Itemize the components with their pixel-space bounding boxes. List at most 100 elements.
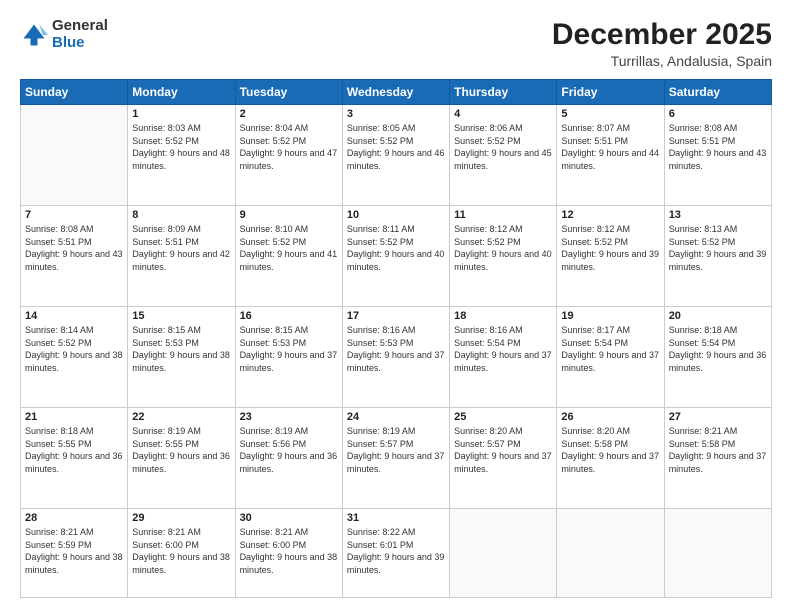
day-number: 8 (132, 209, 230, 221)
day-number: 11 (454, 209, 552, 221)
day-number: 28 (25, 512, 123, 524)
logo-icon (20, 21, 48, 49)
day-info: Sunrise: 8:15 AMSunset: 5:53 PMDaylight:… (132, 324, 230, 374)
calendar-cell: 3 Sunrise: 8:05 AMSunset: 5:52 PMDaylight… (342, 105, 449, 206)
weekday-header: Thursday (450, 80, 557, 105)
day-info: Sunrise: 8:15 AMSunset: 5:53 PMDaylight:… (240, 324, 338, 374)
day-number: 9 (240, 209, 338, 221)
logo-blue: Blue (52, 34, 85, 51)
calendar-cell: 27 Sunrise: 8:21 AMSunset: 5:58 PMDayligh… (664, 408, 771, 509)
calendar-cell (450, 509, 557, 598)
day-number: 30 (240, 512, 338, 524)
calendar-table: SundayMondayTuesdayWednesdayThursdayFrid… (20, 79, 772, 598)
day-number: 17 (347, 310, 445, 322)
day-info: Sunrise: 8:12 AMSunset: 5:52 PMDaylight:… (454, 223, 552, 273)
day-info: Sunrise: 8:07 AMSunset: 5:51 PMDaylight:… (561, 122, 659, 172)
day-number: 23 (240, 411, 338, 423)
day-number: 10 (347, 209, 445, 221)
day-info: Sunrise: 8:11 AMSunset: 5:52 PMDaylight:… (347, 223, 445, 273)
day-info: Sunrise: 8:09 AMSunset: 5:51 PMDaylight:… (132, 223, 230, 273)
day-info: Sunrise: 8:10 AMSunset: 5:52 PMDaylight:… (240, 223, 338, 273)
weekday-header: Tuesday (235, 80, 342, 105)
day-number: 4 (454, 108, 552, 120)
calendar-cell (557, 509, 664, 598)
weekday-header: Sunday (21, 80, 128, 105)
calendar-cell: 15Sunrise: 8:15 AMSunset: 5:53 PMDayligh… (128, 307, 235, 408)
week-row: 14Sunrise: 8:14 AMSunset: 5:52 PMDayligh… (21, 307, 772, 408)
day-number: 1 (132, 108, 230, 120)
calendar-cell: 13 Sunrise: 8:13 AMSunset: 5:52 PMDayligh… (664, 206, 771, 307)
logo-general: General (52, 17, 108, 34)
day-info: Sunrise: 8:04 AMSunset: 5:52 PMDaylight:… (240, 122, 338, 172)
calendar-cell: 22 Sunrise: 8:19 AMSunset: 5:55 PMDayligh… (128, 408, 235, 509)
calendar-cell: 7 Sunrise: 8:08 AMSunset: 5:51 PMDaylight… (21, 206, 128, 307)
day-number: 18 (454, 310, 552, 322)
calendar-cell: 8 Sunrise: 8:09 AMSunset: 5:51 PMDaylight… (128, 206, 235, 307)
calendar-cell: 30Sunrise: 8:21 AMSunset: 6:00 PMDayligh… (235, 509, 342, 598)
day-number: 3 (347, 108, 445, 120)
day-number: 27 (669, 411, 767, 423)
calendar-cell: 16Sunrise: 8:15 AMSunset: 5:53 PMDayligh… (235, 307, 342, 408)
calendar-cell (21, 105, 128, 206)
day-info: Sunrise: 8:05 AMSunset: 5:52 PMDaylight:… (347, 122, 445, 172)
calendar-cell: 23Sunrise: 8:19 AMSunset: 5:56 PMDayligh… (235, 408, 342, 509)
day-number: 24 (347, 411, 445, 423)
day-number: 5 (561, 108, 659, 120)
day-number: 12 (561, 209, 659, 221)
day-info: Sunrise: 8:22 AMSunset: 6:01 PMDaylight:… (347, 526, 445, 576)
logo-text: General Blue (52, 18, 108, 51)
day-number: 7 (25, 209, 123, 221)
calendar-cell: 1 Sunrise: 8:03 AMSunset: 5:52 PMDaylight… (128, 105, 235, 206)
day-info: Sunrise: 8:13 AMSunset: 5:52 PMDaylight:… (669, 223, 767, 273)
day-number: 6 (669, 108, 767, 120)
day-info: Sunrise: 8:21 AMSunset: 6:00 PMDaylight:… (132, 526, 230, 576)
calendar-title: December 2025 (552, 18, 772, 51)
day-info: Sunrise: 8:18 AMSunset: 5:55 PMDaylight:… (25, 425, 123, 475)
day-info: Sunrise: 8:18 AMSunset: 5:54 PMDaylight:… (669, 324, 767, 374)
weekday-header: Saturday (664, 80, 771, 105)
day-number: 22 (132, 411, 230, 423)
title-block: December 2025 Turrillas, Andalusia, Spai… (552, 18, 772, 69)
weekday-header: Wednesday (342, 80, 449, 105)
day-number: 21 (25, 411, 123, 423)
day-number: 29 (132, 512, 230, 524)
header: General Blue December 2025 Turrillas, An… (20, 18, 772, 69)
day-info: Sunrise: 8:20 AMSunset: 5:58 PMDaylight:… (561, 425, 659, 475)
day-info: Sunrise: 8:06 AMSunset: 5:52 PMDaylight:… (454, 122, 552, 172)
day-number: 19 (561, 310, 659, 322)
day-info: Sunrise: 8:17 AMSunset: 5:54 PMDaylight:… (561, 324, 659, 374)
weekday-header: Monday (128, 80, 235, 105)
week-row: 28 Sunrise: 8:21 AMSunset: 5:59 PMDayligh… (21, 509, 772, 598)
week-row: 1 Sunrise: 8:03 AMSunset: 5:52 PMDaylight… (21, 105, 772, 206)
calendar-cell: 9 Sunrise: 8:10 AMSunset: 5:52 PMDaylight… (235, 206, 342, 307)
calendar-cell: 6Sunrise: 8:08 AMSunset: 5:51 PMDaylight… (664, 105, 771, 206)
calendar-subtitle: Turrillas, Andalusia, Spain (552, 53, 772, 69)
day-info: Sunrise: 8:21 AMSunset: 5:58 PMDaylight:… (669, 425, 767, 475)
day-number: 20 (669, 310, 767, 322)
week-row: 21 Sunrise: 8:18 AMSunset: 5:55 PMDayligh… (21, 408, 772, 509)
day-info: Sunrise: 8:08 AMSunset: 5:51 PMDaylight:… (25, 223, 123, 273)
day-info: Sunrise: 8:21 AMSunset: 5:59 PMDaylight:… (25, 526, 123, 576)
calendar-cell: 29 Sunrise: 8:21 AMSunset: 6:00 PMDayligh… (128, 509, 235, 598)
week-row: 7 Sunrise: 8:08 AMSunset: 5:51 PMDaylight… (21, 206, 772, 307)
day-info: Sunrise: 8:19 AMSunset: 5:55 PMDaylight:… (132, 425, 230, 475)
day-number: 13 (669, 209, 767, 221)
weekday-header: Friday (557, 80, 664, 105)
calendar-cell: 18 Sunrise: 8:16 AMSunset: 5:54 PMDayligh… (450, 307, 557, 408)
calendar-cell: 2 Sunrise: 8:04 AMSunset: 5:52 PMDaylight… (235, 105, 342, 206)
calendar-cell: 24Sunrise: 8:19 AMSunset: 5:57 PMDayligh… (342, 408, 449, 509)
day-info: Sunrise: 8:16 AMSunset: 5:54 PMDaylight:… (454, 324, 552, 374)
calendar-cell: 25Sunrise: 8:20 AMSunset: 5:57 PMDayligh… (450, 408, 557, 509)
logo: General Blue (20, 18, 108, 51)
day-info: Sunrise: 8:03 AMSunset: 5:52 PMDaylight:… (132, 122, 230, 172)
calendar-cell: 19 Sunrise: 8:17 AMSunset: 5:54 PMDayligh… (557, 307, 664, 408)
calendar-cell: 28 Sunrise: 8:21 AMSunset: 5:59 PMDayligh… (21, 509, 128, 598)
calendar-cell: 20 Sunrise: 8:18 AMSunset: 5:54 PMDayligh… (664, 307, 771, 408)
day-number: 2 (240, 108, 338, 120)
calendar-cell: 21 Sunrise: 8:18 AMSunset: 5:55 PMDayligh… (21, 408, 128, 509)
calendar-cell: 10 Sunrise: 8:11 AMSunset: 5:52 PMDayligh… (342, 206, 449, 307)
day-number: 25 (454, 411, 552, 423)
day-info: Sunrise: 8:12 AMSunset: 5:52 PMDaylight:… (561, 223, 659, 273)
calendar-cell: 26Sunrise: 8:20 AMSunset: 5:58 PMDayligh… (557, 408, 664, 509)
day-number: 14 (25, 310, 123, 322)
